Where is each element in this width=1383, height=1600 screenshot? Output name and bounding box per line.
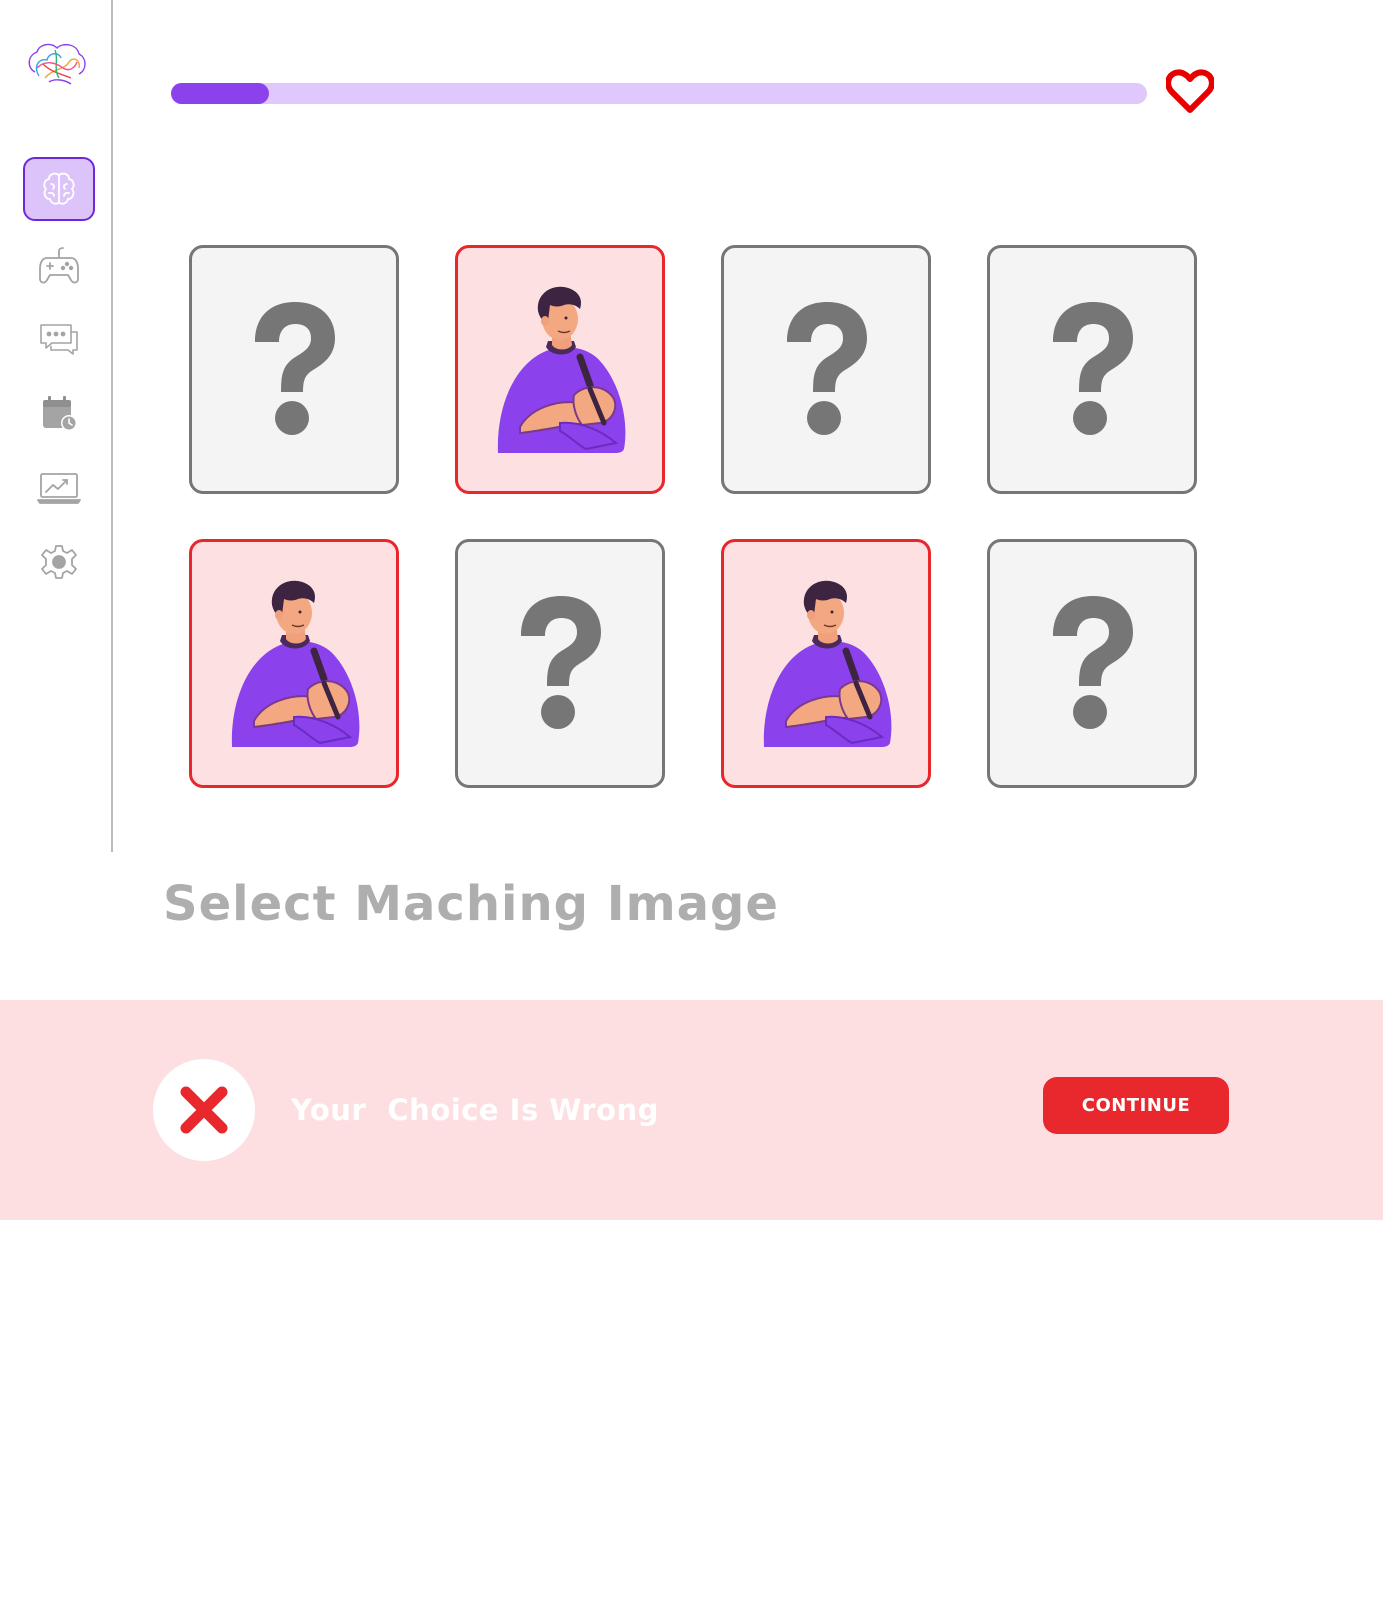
memory-card[interactable]	[721, 245, 931, 494]
sidebar-item-settings[interactable]	[23, 530, 95, 594]
memory-card[interactable]	[721, 539, 931, 788]
memory-card[interactable]	[189, 539, 399, 788]
question-mark-icon	[1047, 300, 1137, 440]
gear-icon	[41, 544, 77, 580]
question-mark-icon	[781, 300, 871, 440]
memory-card[interactable]	[455, 539, 665, 788]
question-mark-icon	[249, 300, 339, 440]
continue-button[interactable]: CONTINUE	[1043, 1077, 1229, 1134]
prompt-text: Select Maching Image	[163, 876, 779, 932]
brain-icon	[39, 169, 79, 209]
close-x-icon	[153, 1059, 255, 1161]
man-illustration-icon	[224, 579, 364, 749]
brain-logo-icon	[25, 38, 89, 90]
calendar-clock-icon	[40, 394, 78, 432]
question-mark-icon	[515, 594, 605, 734]
sidebar-item-brain[interactable]	[23, 157, 95, 221]
memory-card[interactable]	[455, 245, 665, 494]
progress-bar-fill	[171, 83, 269, 104]
gamepad-icon	[37, 245, 81, 287]
question-mark-icon	[1047, 594, 1137, 734]
sidebar-item-progress[interactable]	[23, 456, 95, 520]
progress-bar	[171, 83, 1147, 104]
feedback-message: Your Choice Is Wrong	[291, 1093, 659, 1127]
heart-icon	[1165, 68, 1215, 114]
sidebar-item-schedule[interactable]	[23, 381, 95, 445]
man-illustration-icon	[756, 579, 896, 749]
memory-card[interactable]	[189, 245, 399, 494]
sidebar-item-chat[interactable]	[23, 307, 95, 371]
sidebar-divider	[111, 0, 113, 852]
memory-card[interactable]	[987, 245, 1197, 494]
sidebar-item-games[interactable]	[23, 234, 95, 298]
man-illustration-icon	[490, 285, 630, 455]
chat-bubbles-icon	[38, 322, 80, 356]
laptop-chart-icon	[37, 471, 81, 505]
memory-card[interactable]	[987, 539, 1197, 788]
